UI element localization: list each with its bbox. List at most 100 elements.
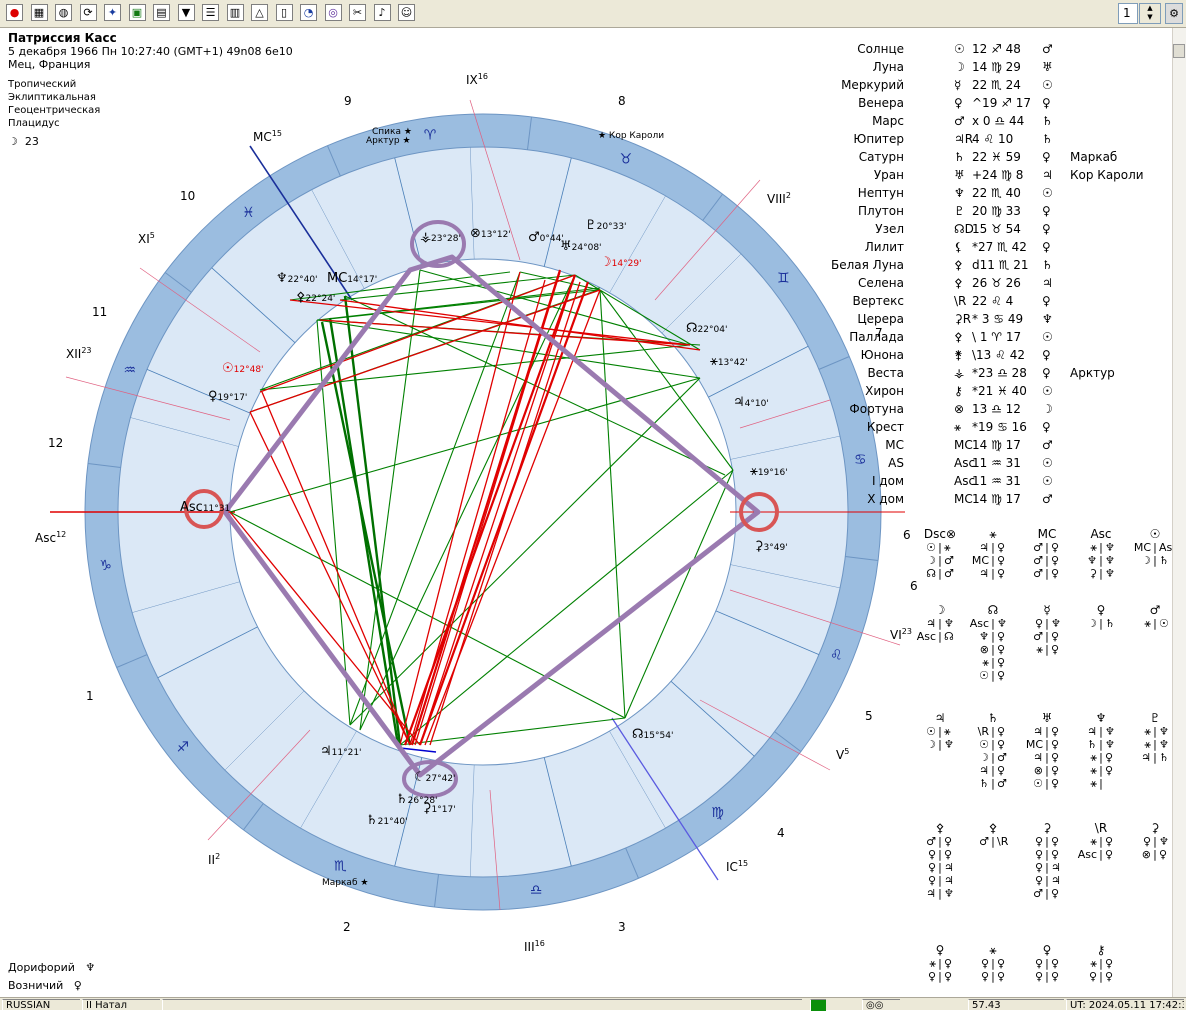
side-label-6: 6: [903, 528, 911, 542]
planet-label[interactable]: ⚳3°49': [754, 540, 788, 555]
globe-icon[interactable]: ◍: [55, 4, 72, 21]
stop-icon[interactable]: ●: [6, 4, 23, 21]
planet-label[interactable]: ♃11°21': [320, 745, 362, 760]
planet-label[interactable]: ⊗13°12': [470, 227, 511, 242]
bell-icon[interactable]: ♪: [373, 4, 391, 21]
planet-label[interactable]: ♅24°08': [560, 240, 602, 255]
planet-glyph-icon: MC: [327, 271, 348, 286]
planet-label[interactable]: ⚶23°28': [420, 231, 461, 246]
planet-name: Плутон: [858, 204, 904, 218]
planet-row[interactable]: Венера ♀ ^19 ♐ 17 ♀: [858, 96, 1150, 112]
planet-row[interactable]: Нептун ♆ 22 ♏ 40 ☉: [858, 186, 1150, 202]
planet-name: Веста: [867, 366, 904, 380]
sky-icon[interactable]: ✦: [104, 4, 121, 21]
planet-row[interactable]: Солнце ☉ 12 ♐ 48 ♂: [857, 42, 1150, 58]
dispositor-cell: ⚹ | ♀: [1090, 835, 1114, 848]
planet-label[interactable]: ♀19°17': [208, 390, 247, 405]
planet-label[interactable]: MC14°17': [327, 272, 377, 287]
venus-icon: ♀: [73, 979, 82, 992]
planet-glyph-icon: ⚳R: [954, 312, 972, 326]
vertical-scrollbar[interactable]: [1172, 28, 1186, 1000]
app-settings-icon[interactable]: ⚙: [1165, 3, 1183, 24]
house-number-10: 10: [180, 189, 196, 203]
planet-glyph-icon: ♂: [954, 114, 965, 128]
planet-row[interactable]: Крест ⚹ *19 ♋ 16 ♀: [860, 420, 1150, 436]
planet-ruler-icon: ♆: [1042, 312, 1053, 326]
planet-label[interactable]: ♆22°40': [276, 272, 318, 287]
dispositor-cell: ♀ | ♆: [1034, 617, 1061, 630]
planet-row[interactable]: Юпитер ♃R 4 ♌ 10 ♄: [853, 132, 1150, 148]
planet-label[interactable]: ♂0°44': [528, 231, 564, 246]
planet-row[interactable]: Луна ☽ 14 ♍ 29 ♅: [860, 60, 1150, 76]
planet-row[interactable]: Юнона ⚵ \13 ♌ 42 ♀: [860, 348, 1150, 364]
planet-label[interactable]: ⚳1°17': [422, 802, 456, 817]
dispositor-head: ♀: [935, 943, 945, 957]
planet-ruler-icon: ♀: [1042, 294, 1051, 308]
zoom-input[interactable]: 1: [1118, 3, 1138, 24]
natal-chart-wheel[interactable]: ♑♐♏♎♍♌♋♊♉♈♓♒: [0, 28, 905, 998]
print-icon[interactable]: ▤: [153, 4, 170, 21]
zoom-spinner[interactable]: ▲ ▼: [1139, 3, 1161, 24]
dispositor-cell: ♆ | ♀: [979, 630, 1006, 643]
planet-row[interactable]: Церера ⚳R * 3 ♋ 49 ♆: [857, 312, 1150, 328]
planet-name: Юнона: [860, 348, 904, 362]
planet-label[interactable]: ☊22°04': [686, 322, 727, 337]
status-toggle-icons[interactable]: ◎◎: [862, 999, 900, 1011]
planet-row[interactable]: Белая Луна ⚴ d11 ♏ 21 ♄: [831, 258, 1150, 274]
doc-icon[interactable]: ▯: [275, 4, 293, 21]
planet-row[interactable]: I дом Asc 11 ♒ 31 ☉: [860, 474, 1150, 490]
planet-label[interactable]: ⚹19°16': [750, 465, 788, 480]
sign-glyph: ♍: [711, 805, 724, 821]
planet-row[interactable]: Паллада ⚴ \ 1 ♈ 17 ☉: [849, 330, 1150, 346]
planet-row[interactable]: Селена ⚴ 26 ♉ 26 ♃: [858, 276, 1150, 292]
planet-glyph-icon: ☊: [686, 321, 698, 336]
planet-label[interactable]: ♄21°40': [366, 814, 408, 829]
chart-icon[interactable]: ◔: [300, 4, 317, 21]
planet-label[interactable]: ☊15°54': [632, 728, 673, 743]
planet-row[interactable]: Веста ⚶ *23 ♎ 28 ♀ Арктур: [860, 366, 1150, 382]
status-time: UT: 2024.05.11 17:42:39: [1066, 999, 1184, 1011]
aspect-icon[interactable]: △: [251, 4, 268, 21]
planet-ruler-icon: ♀: [1042, 222, 1051, 236]
map-icon[interactable]: ▣: [128, 4, 146, 21]
planet-label[interactable]: ♃4°10': [733, 396, 769, 411]
planet-row[interactable]: X дом MC 14 ♍ 17 ♂: [860, 492, 1150, 508]
star-arcturus: Арктур ★: [366, 136, 411, 146]
status-mode: II Натал: [82, 999, 160, 1011]
planet-row[interactable]: Узел ☊D 15 ♉ 54 ♀: [860, 222, 1150, 238]
planet-glyph-icon: ⚴: [296, 290, 306, 305]
table-icon[interactable]: ▥: [226, 4, 244, 21]
planet-label[interactable]: ☾27°42': [414, 771, 456, 786]
grid-icon[interactable]: ▦: [30, 4, 48, 21]
circle-icon[interactable]: ◎: [324, 4, 342, 21]
scrollbar-thumb[interactable]: [1173, 44, 1185, 58]
planet-label[interactable]: ⚹13°42': [710, 355, 748, 370]
filter-icon[interactable]: ▼: [177, 4, 195, 21]
planet-row[interactable]: Хирон ⚷ *21 ♓ 40 ☉: [860, 384, 1150, 400]
dispositor-head: \R: [1094, 821, 1108, 835]
planet-row[interactable]: Лилит ⚸ *27 ♏ 42 ♀: [860, 240, 1150, 256]
planet-row[interactable]: Меркурий ☿ 22 ♏ 24 ☉: [841, 78, 1150, 94]
planet-row[interactable]: MC MC 14 ♍ 17 ♂: [860, 438, 1150, 454]
planet-row[interactable]: Уран ♅ +24 ♍ 8 ♃ Кор Кароли: [860, 168, 1150, 184]
planet-row[interactable]: Вертекс \R 22 ♌ 4 ♀: [853, 294, 1150, 310]
planet-label[interactable]: ☉12°48': [222, 362, 264, 377]
planet-label[interactable]: Asc11°31: [180, 501, 230, 516]
planet-row[interactable]: AS Asc 11 ♒ 31 ☉: [860, 456, 1150, 472]
planet-row[interactable]: Сатурн ♄ 22 ♓ 59 ♀ Маркаб: [859, 150, 1150, 166]
dispositor-block: ♄ \R | ♀ ☉ | ♀ ☽ | ♂ ♃ | ♀ ♄ | ♂: [968, 712, 1018, 791]
planet-row[interactable]: Марс ♂ x 0 ♎ 44 ♄: [860, 114, 1150, 130]
planet-row[interactable]: Плутон ♇ 20 ♍ 33 ♀: [858, 204, 1150, 220]
planet-glyph-icon: ☽: [600, 255, 612, 270]
list-icon[interactable]: ☰: [202, 4, 219, 21]
dispositor-head: ⚹: [989, 527, 997, 541]
person-icon[interactable]: ☺: [398, 4, 415, 21]
planet-label[interactable]: ♇20°33': [585, 219, 627, 234]
planet-ruler-icon: ♂: [1042, 492, 1053, 506]
voznichiy-label: Возничий ♀: [8, 979, 82, 992]
cycle-icon[interactable]: ⟳: [79, 4, 97, 21]
planet-label[interactable]: ⚴22°24': [296, 291, 335, 306]
planet-label[interactable]: ☽14°29': [600, 256, 642, 271]
planet-row[interactable]: Фортуна ⊗ 13 ♎ 12 ☽: [849, 402, 1150, 418]
tools-icon[interactable]: ✂: [349, 4, 366, 21]
